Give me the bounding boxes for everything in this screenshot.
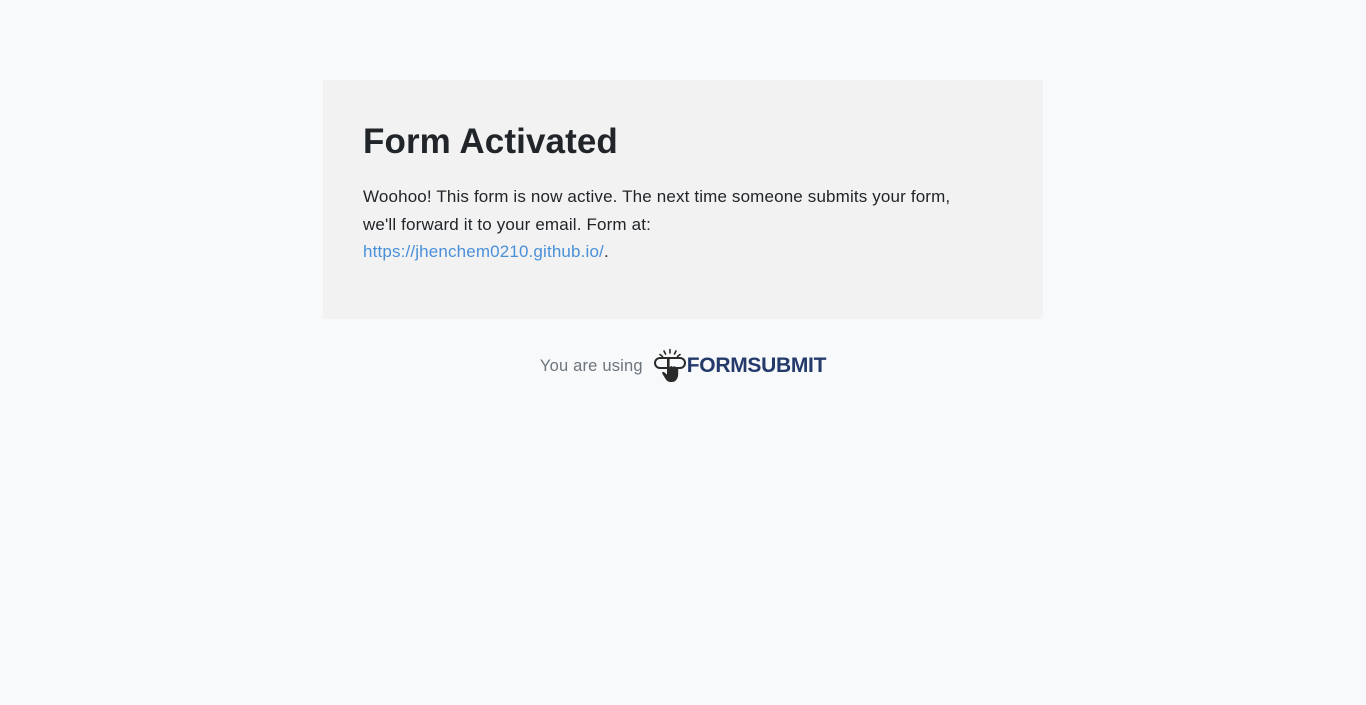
footer-text: You are using: [539, 356, 643, 375]
brand-name: FORMSUBMIT: [686, 354, 827, 377]
hand-pointer-icon: [653, 348, 686, 382]
page-title: Form Activated: [363, 122, 618, 161]
message-suffix: .: [603, 242, 609, 261]
form-url-link[interactable]: https://jhenchem0210.github.io/: [363, 242, 604, 261]
formsubmit-brand-link[interactable]: FORMSUBMIT: [653, 348, 826, 384]
activation-card: Form Activated Woohoo! This form is now …: [323, 80, 1043, 319]
activation-message: Woohoo! This form is now active. The nex…: [363, 183, 973, 266]
footer: You are using FORMSUBMIT: [0, 346, 1366, 386]
message-text: Woohoo! This form is now active. The nex…: [363, 187, 951, 234]
